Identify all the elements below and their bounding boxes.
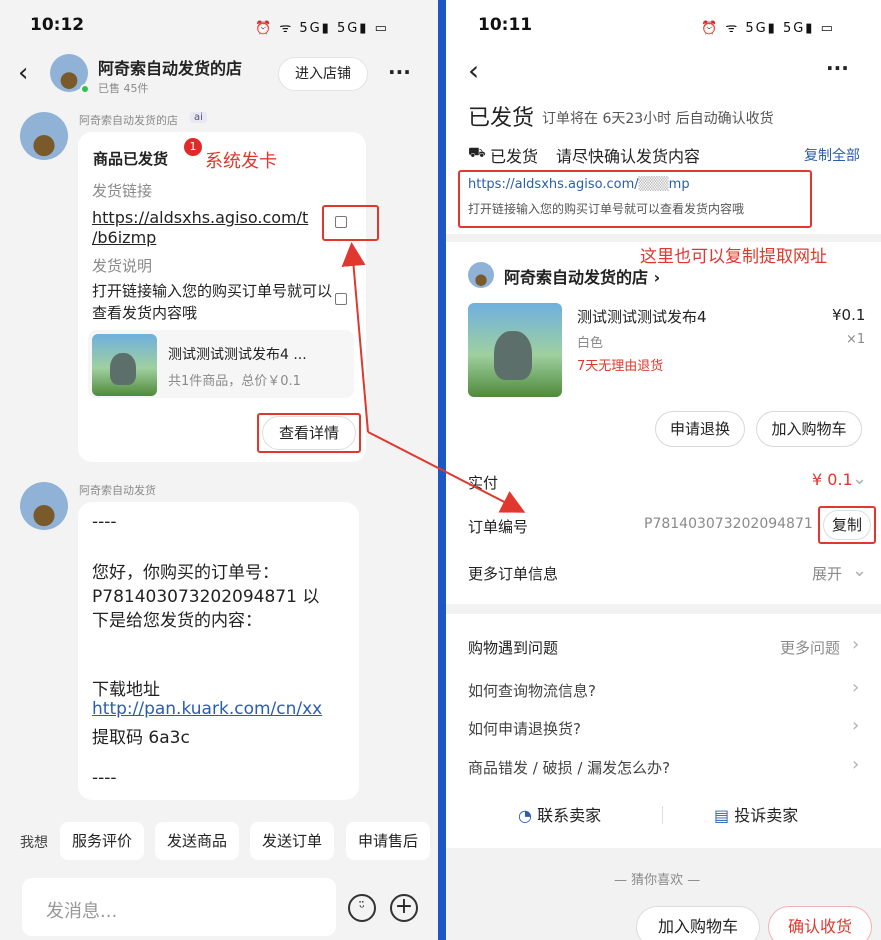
arrow-to-copy-link [341, 242, 369, 433]
arrow-to-order-no [367, 431, 526, 513]
annotation-arrows [341, 242, 526, 513]
